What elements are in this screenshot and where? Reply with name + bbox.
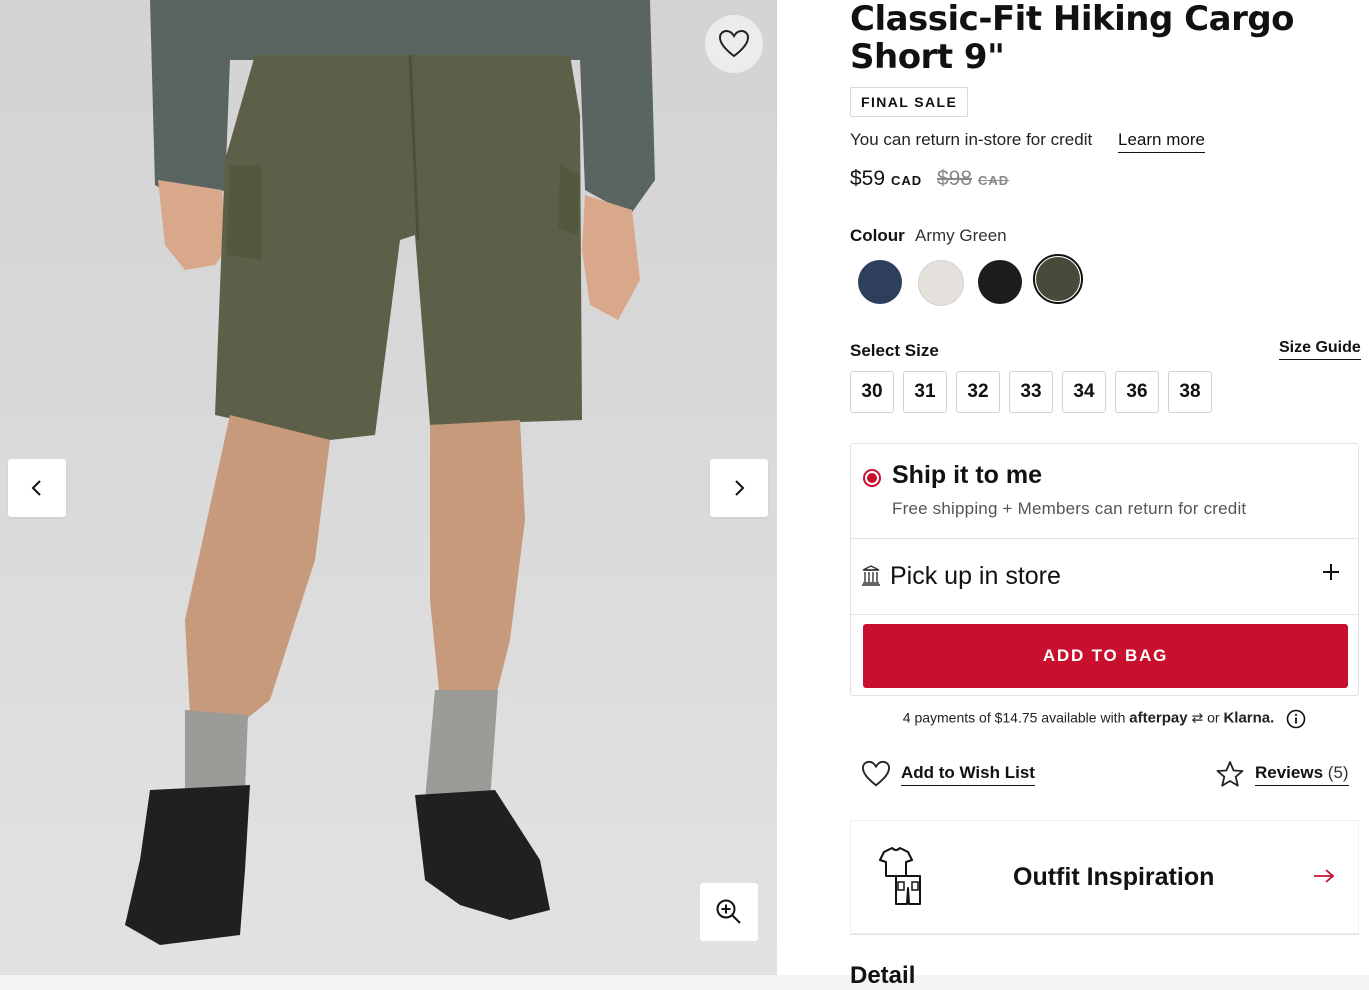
plus-icon[interactable] xyxy=(1321,562,1341,582)
return-note: You can return in-store for credit xyxy=(850,130,1093,149)
size-label: Select Size xyxy=(850,341,939,360)
arrow-right-icon xyxy=(1314,869,1335,883)
store-icon xyxy=(862,565,880,586)
selected-colour: Army Green xyxy=(915,226,1007,245)
colour-swatch-black[interactable] xyxy=(978,260,1022,304)
product-title: Classic-Fit Hiking Cargo Short 9" xyxy=(850,0,1295,77)
outfit-inspiration-card[interactable]: Outfit Inspiration xyxy=(850,820,1359,935)
installments-text: 4 payments of $14.75 available with xyxy=(902,709,1126,726)
reviews-label: Reviews (5) xyxy=(1255,763,1349,786)
next-image-button[interactable] xyxy=(710,459,768,517)
ship-radio-selected[interactable] xyxy=(863,469,881,487)
chevron-left-icon xyxy=(31,480,41,496)
original-price: $98 xyxy=(937,167,973,190)
learn-more-link[interactable]: Learn more xyxy=(1118,130,1205,153)
final-sale-badge: FINAL SALE xyxy=(850,87,969,117)
add-to-bag-button[interactable]: ADD TO BAG xyxy=(863,624,1348,688)
pickup-in-store-option[interactable]: Pick up in store xyxy=(851,538,1358,615)
payment-options-line: 4 payments of $14.75 available with afte… xyxy=(850,709,1359,729)
colour-label: Colour xyxy=(850,226,905,245)
heart-icon xyxy=(718,29,750,58)
info-icon[interactable] xyxy=(1286,709,1306,729)
or-text: or xyxy=(1207,709,1220,726)
size-option-34[interactable]: 34 xyxy=(1062,371,1106,413)
product-details-panel: Classic-Fit Hiking Cargo Short 9" FINAL … xyxy=(777,0,1369,989)
product-image-gallery[interactable] xyxy=(0,0,777,975)
ship-it-title: Ship it to me xyxy=(892,461,1042,489)
reviews-text: Reviews xyxy=(1255,762,1324,782)
chevron-right-icon xyxy=(735,480,745,496)
colour-swatch-bone[interactable] xyxy=(918,260,964,306)
size-option-33[interactable]: 33 xyxy=(1009,371,1053,413)
pickup-label: Pick up in store xyxy=(890,562,1061,590)
ship-it-option[interactable]: Ship it to me Free shipping + Members ca… xyxy=(851,444,1358,539)
heart-icon xyxy=(861,760,891,787)
outfit-inspiration-label: Outfit Inspiration xyxy=(1013,863,1215,891)
previous-image-button[interactable] xyxy=(8,459,66,517)
size-options: 30 31 32 33 34 36 38 xyxy=(850,371,1212,413)
product-photo xyxy=(125,0,655,945)
sale-price: $59 xyxy=(850,167,886,190)
favorite-button[interactable] xyxy=(705,15,763,73)
size-guide-link[interactable]: Size Guide xyxy=(1279,339,1361,360)
colour-swatch-army-green[interactable] xyxy=(1036,257,1080,301)
original-price-currency: CAD xyxy=(978,173,1010,188)
outfit-icon xyxy=(879,847,921,905)
zoom-in-icon xyxy=(716,899,741,924)
add-to-wish-list[interactable]: Add to Wish List xyxy=(861,760,1035,788)
reviews-count: (5) xyxy=(1327,762,1349,782)
klarna-logo: Klarna. xyxy=(1223,709,1275,727)
size-option-36[interactable]: 36 xyxy=(1115,371,1159,413)
size-option-38[interactable]: 38 xyxy=(1168,371,1212,413)
afterpay-loop-icon: ⇄ xyxy=(1191,709,1204,726)
fulfilment-options: Ship it to me Free shipping + Members ca… xyxy=(850,443,1359,696)
size-option-30[interactable]: 30 xyxy=(850,371,894,413)
colour-swatch-navy[interactable] xyxy=(858,260,902,304)
sale-price-currency: CAD xyxy=(891,173,923,188)
details-heading: Detail xyxy=(850,962,916,989)
size-option-31[interactable]: 31 xyxy=(903,371,947,413)
wish-list-label: Add to Wish List xyxy=(901,763,1035,786)
afterpay-logo: afterpay xyxy=(1129,709,1188,727)
ship-it-subtitle: Free shipping + Members can return for c… xyxy=(892,499,1247,518)
star-icon xyxy=(1216,761,1244,787)
reviews-link[interactable]: Reviews (5) xyxy=(1215,760,1349,788)
zoom-button[interactable] xyxy=(700,883,758,941)
size-option-32[interactable]: 32 xyxy=(956,371,1000,413)
